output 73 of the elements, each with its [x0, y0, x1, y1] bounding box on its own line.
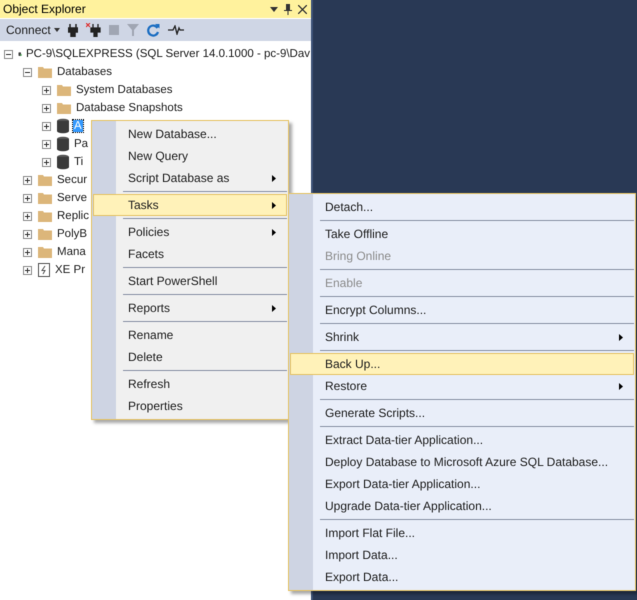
menu-item[interactable]: Refresh	[93, 373, 287, 395]
activity-icon[interactable]	[168, 25, 184, 35]
tree-item[interactable]: Replic	[56, 210, 90, 222]
document-icon	[37, 262, 51, 278]
menu-item[interactable]: Restore	[290, 375, 634, 397]
database-icon	[56, 136, 70, 152]
tree-item[interactable]: Secur	[56, 174, 88, 186]
caret-icon	[54, 28, 60, 32]
menu-item[interactable]: Generate Scripts...	[290, 402, 634, 424]
menu-item[interactable]: Detach...	[290, 196, 634, 218]
tree-item[interactable]: PolyB	[56, 228, 88, 240]
menu-item[interactable]: Export Data-tier Application...	[290, 473, 634, 495]
menu-item[interactable]: Delete	[93, 346, 287, 368]
menu-item[interactable]: Policies	[93, 221, 287, 243]
tree-item[interactable]: Mana	[56, 246, 87, 258]
expand-toggle[interactable]	[23, 176, 32, 184]
tree-item[interactable]: Pa	[73, 138, 90, 150]
plug-icon[interactable]	[68, 24, 78, 36]
tree-item[interactable]: Databases	[56, 66, 113, 78]
folder-icon	[37, 65, 53, 79]
expand-toggle[interactable]	[23, 230, 32, 238]
folder-icon	[56, 83, 72, 97]
pin-icon[interactable]	[284, 4, 292, 14]
folder-icon	[56, 101, 72, 115]
menu-item[interactable]: Script Database as	[93, 167, 287, 189]
connect-button[interactable]: Connect	[6, 23, 60, 37]
folder-icon	[37, 173, 53, 187]
tree-item[interactable]: Ti	[73, 156, 84, 168]
expand-toggle[interactable]	[42, 158, 51, 166]
menu-item[interactable]: Back Up...	[290, 353, 634, 375]
menu-item[interactable]: Take Offline	[290, 223, 634, 245]
menu-item[interactable]: Start PowerShell	[93, 270, 287, 292]
menu-item[interactable]: Properties	[93, 395, 287, 417]
menu-item[interactable]: Encrypt Columns...	[290, 299, 634, 321]
expand-toggle[interactable]	[42, 140, 51, 148]
expand-toggle[interactable]	[42, 86, 51, 94]
menu-item[interactable]: Export Data...	[290, 566, 634, 588]
folder-icon	[37, 209, 53, 223]
tree-item[interactable]: System Databases	[75, 84, 174, 96]
refresh-icon[interactable]	[146, 24, 160, 36]
menu-item[interactable]: New Database...	[93, 123, 287, 145]
menu-item[interactable]: Deploy Database to Microsoft Azure SQL Database...	[290, 451, 634, 473]
menu-item[interactable]: Import Data...	[290, 544, 634, 566]
disconnect-icon[interactable]	[86, 23, 101, 37]
expand-toggle[interactable]	[42, 122, 51, 130]
menu-item[interactable]: Extract Data-tier Application...	[290, 429, 634, 451]
expand-toggle[interactable]	[23, 248, 32, 256]
dropdown-icon[interactable]	[270, 6, 278, 12]
tree-item[interactable]: PC-9\SQLEXPRESS (SQL Server 14.0.1000 - pc-9\Dav	[24, 48, 311, 60]
tree-item[interactable]: Database Snapshots	[75, 102, 184, 114]
collapse-toggle[interactable]	[23, 68, 32, 76]
folder-icon	[37, 245, 53, 259]
folder-icon	[37, 227, 53, 241]
close-icon[interactable]	[298, 4, 307, 14]
database-icon	[56, 118, 70, 134]
tree-item[interactable]: XE Pr	[54, 264, 86, 276]
expand-toggle[interactable]	[42, 104, 51, 112]
menu-item[interactable]: New Query	[93, 145, 287, 167]
menu-item[interactable]: Facets	[93, 243, 287, 265]
menu-item[interactable]: Shrink	[290, 326, 634, 348]
expand-toggle[interactable]	[23, 194, 32, 202]
menu-item[interactable]: Tasks	[93, 194, 287, 216]
expand-toggle[interactable]	[23, 212, 32, 220]
tree-item[interactable]: Serve	[56, 192, 88, 204]
collapse-toggle[interactable]	[4, 50, 13, 58]
database-icon	[56, 154, 70, 170]
menu-item[interactable]: Rename	[93, 324, 287, 346]
menu-item[interactable]: Import Flat File...	[290, 522, 634, 544]
menu-item[interactable]: Upgrade Data-tier Application...	[290, 495, 634, 517]
menu-item[interactable]: Reports	[93, 297, 287, 319]
folder-icon	[37, 191, 53, 205]
panel-title: Object Explorer	[3, 2, 87, 16]
expand-toggle[interactable]	[23, 266, 32, 274]
